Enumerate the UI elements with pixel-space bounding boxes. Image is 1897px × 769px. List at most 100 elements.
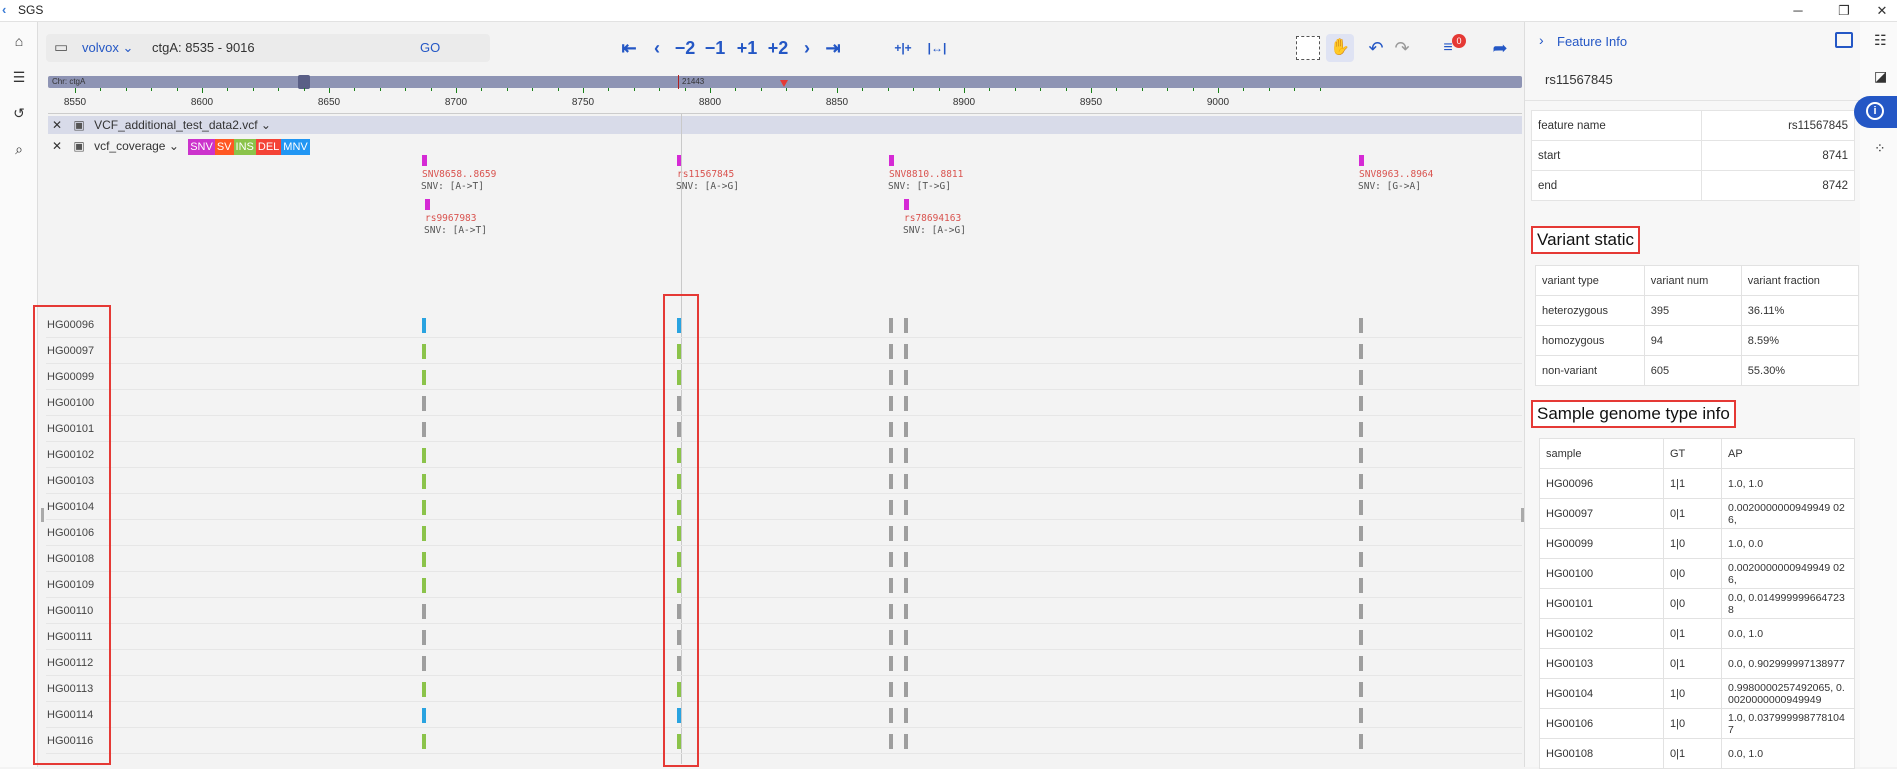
table-row[interactable]: HG00097 0|1 0.0020000000949949 026, (1539, 498, 1855, 529)
variant-name[interactable]: SNV8963..8964 (1359, 169, 1433, 180)
close-track-icon[interactable]: ✕ (52, 118, 62, 132)
genotype-cell[interactable] (889, 500, 893, 515)
select-region-icon[interactable] (1296, 36, 1320, 60)
genotype-cell[interactable] (889, 708, 893, 723)
genotype-cell[interactable] (1359, 630, 1363, 645)
genotype-cell[interactable] (422, 604, 426, 619)
variant-name[interactable]: rs78694163 (904, 213, 961, 224)
genotype-cell[interactable] (1359, 500, 1363, 515)
genotype-cell[interactable] (904, 448, 908, 463)
variant-name[interactable]: SNV8810..8811 (889, 169, 963, 180)
genotype-cell[interactable] (422, 578, 426, 593)
genome-select[interactable]: volvox ⌄ (82, 34, 133, 62)
variant-name[interactable]: rs9967983 (425, 213, 476, 224)
zoom-in-button[interactable]: +|+ (888, 36, 918, 60)
genotype-cell[interactable] (904, 578, 908, 593)
genotype-cell[interactable] (1359, 526, 1363, 541)
genotype-cell[interactable] (1359, 448, 1363, 463)
genotype-cell[interactable] (889, 630, 893, 645)
pan-hand-icon[interactable]: ✋ (1326, 34, 1354, 62)
jump-end-button[interactable]: ⇥ (822, 36, 844, 60)
genotype-cell[interactable] (889, 422, 893, 437)
sample-row[interactable]: HG00111 (46, 624, 1522, 650)
sample-row[interactable]: HG00103 (46, 468, 1522, 494)
sample-row[interactable]: HG00110 (46, 598, 1522, 624)
sample-row[interactable]: HG00100 (46, 390, 1522, 416)
table-row[interactable]: HG00106 1|0 1.0, 0.0379999987781047 (1539, 708, 1855, 739)
genotype-cell[interactable] (904, 370, 908, 385)
genotype-cell[interactable] (904, 682, 908, 697)
genotype-cell[interactable] (904, 344, 908, 359)
genotype-cell[interactable] (1359, 604, 1363, 619)
genotype-cell[interactable] (889, 734, 893, 749)
genotype-cell[interactable] (904, 422, 908, 437)
home-icon[interactable]: ⌂ (10, 32, 28, 50)
genotype-cell[interactable] (1359, 422, 1363, 437)
genotype-cell[interactable] (422, 500, 426, 515)
genotype-cell[interactable] (904, 734, 908, 749)
genotype-cell[interactable] (422, 448, 426, 463)
genotype-cell[interactable] (889, 370, 893, 385)
sample-row[interactable]: HG00101 (46, 416, 1522, 442)
genotype-cell[interactable] (422, 474, 426, 489)
minus-2-button[interactable]: −2 (672, 36, 698, 60)
variant-marker[interactable] (889, 155, 894, 166)
genotype-cell[interactable] (904, 656, 908, 671)
left-resize-handle[interactable] (41, 508, 44, 522)
sample-row[interactable]: HG00112 (46, 650, 1522, 676)
sample-row[interactable]: HG00113 (46, 676, 1522, 702)
genotype-cell[interactable] (889, 448, 893, 463)
paint-bucket-icon[interactable]: ◪ (1874, 68, 1887, 85)
genotype-cell[interactable] (904, 500, 908, 515)
genotype-cell[interactable] (904, 604, 908, 619)
genotype-cell[interactable] (1359, 474, 1363, 489)
genotype-cell[interactable] (889, 656, 893, 671)
close-track-icon[interactable]: ✕ (52, 139, 62, 153)
close-button[interactable]: ✕ (1862, 0, 1897, 22)
share-icon[interactable]: ➦ (1488, 36, 1512, 60)
plus-2-button[interactable]: +2 (764, 36, 792, 60)
table-row[interactable]: HG00108 0|1 0.0, 1.0 (1539, 738, 1855, 769)
plus-1-button[interactable]: +1 (734, 36, 760, 60)
track-name-vcf[interactable]: VCF_additional_test_data2.vcf (94, 118, 257, 132)
genotype-cell[interactable] (889, 396, 893, 411)
sample-row[interactable]: HG00108 (46, 546, 1522, 572)
genotype-cell[interactable] (904, 318, 908, 333)
chevron-right-icon[interactable]: › (1539, 32, 1544, 48)
sample-row[interactable]: HG00104 (46, 494, 1522, 520)
variant-name[interactable]: SNV8658..8659 (422, 169, 496, 180)
panel-layout-icon[interactable] (1835, 32, 1853, 48)
sample-row[interactable]: HG00096 (46, 312, 1522, 338)
table-row[interactable]: HG00103 0|1 0.0, 0.902999997138977 (1539, 648, 1855, 679)
table-row[interactable]: HG00102 0|1 0.0, 1.0 (1539, 618, 1855, 649)
genotype-cell[interactable] (904, 526, 908, 541)
genotype-cell[interactable] (889, 682, 893, 697)
genotype-cell[interactable] (1359, 396, 1363, 411)
prev-button[interactable]: ‹ (648, 36, 666, 60)
genotype-cell[interactable] (422, 344, 426, 359)
restore-button[interactable]: ❐ (1824, 0, 1864, 22)
minimize-button[interactable]: ─ (1778, 0, 1818, 22)
info-tab[interactable]: i (1854, 96, 1897, 128)
genotype-cell[interactable] (422, 526, 426, 541)
chevron-down-icon[interactable]: ⌄ (169, 139, 179, 153)
genotype-cell[interactable] (1359, 344, 1363, 359)
table-row[interactable]: HG00099 1|0 1.0, 0.0 (1539, 528, 1855, 559)
variant-marker[interactable] (425, 199, 430, 210)
genotype-cell[interactable] (1359, 656, 1363, 671)
jump-start-button[interactable]: ⇤ (618, 36, 640, 60)
genotype-cell[interactable] (422, 656, 426, 671)
sample-row[interactable]: HG00116 (46, 728, 1522, 754)
genotype-cell[interactable] (889, 474, 893, 489)
track-name-coverage[interactable]: vcf_coverage (94, 139, 165, 153)
genotype-cell[interactable] (422, 318, 426, 333)
overview-viewport-handle[interactable] (298, 75, 310, 89)
genotype-cell[interactable] (889, 344, 893, 359)
sample-row[interactable]: HG00097 (46, 338, 1522, 364)
genotype-cell[interactable] (422, 708, 426, 723)
genotype-cell[interactable] (1359, 552, 1363, 567)
table-row[interactable]: HG00101 0|0 0.0, 0.0149999996647238 (1539, 588, 1855, 619)
genotype-cell[interactable] (422, 734, 426, 749)
genotype-cell[interactable] (1359, 370, 1363, 385)
genotype-cell[interactable] (422, 370, 426, 385)
